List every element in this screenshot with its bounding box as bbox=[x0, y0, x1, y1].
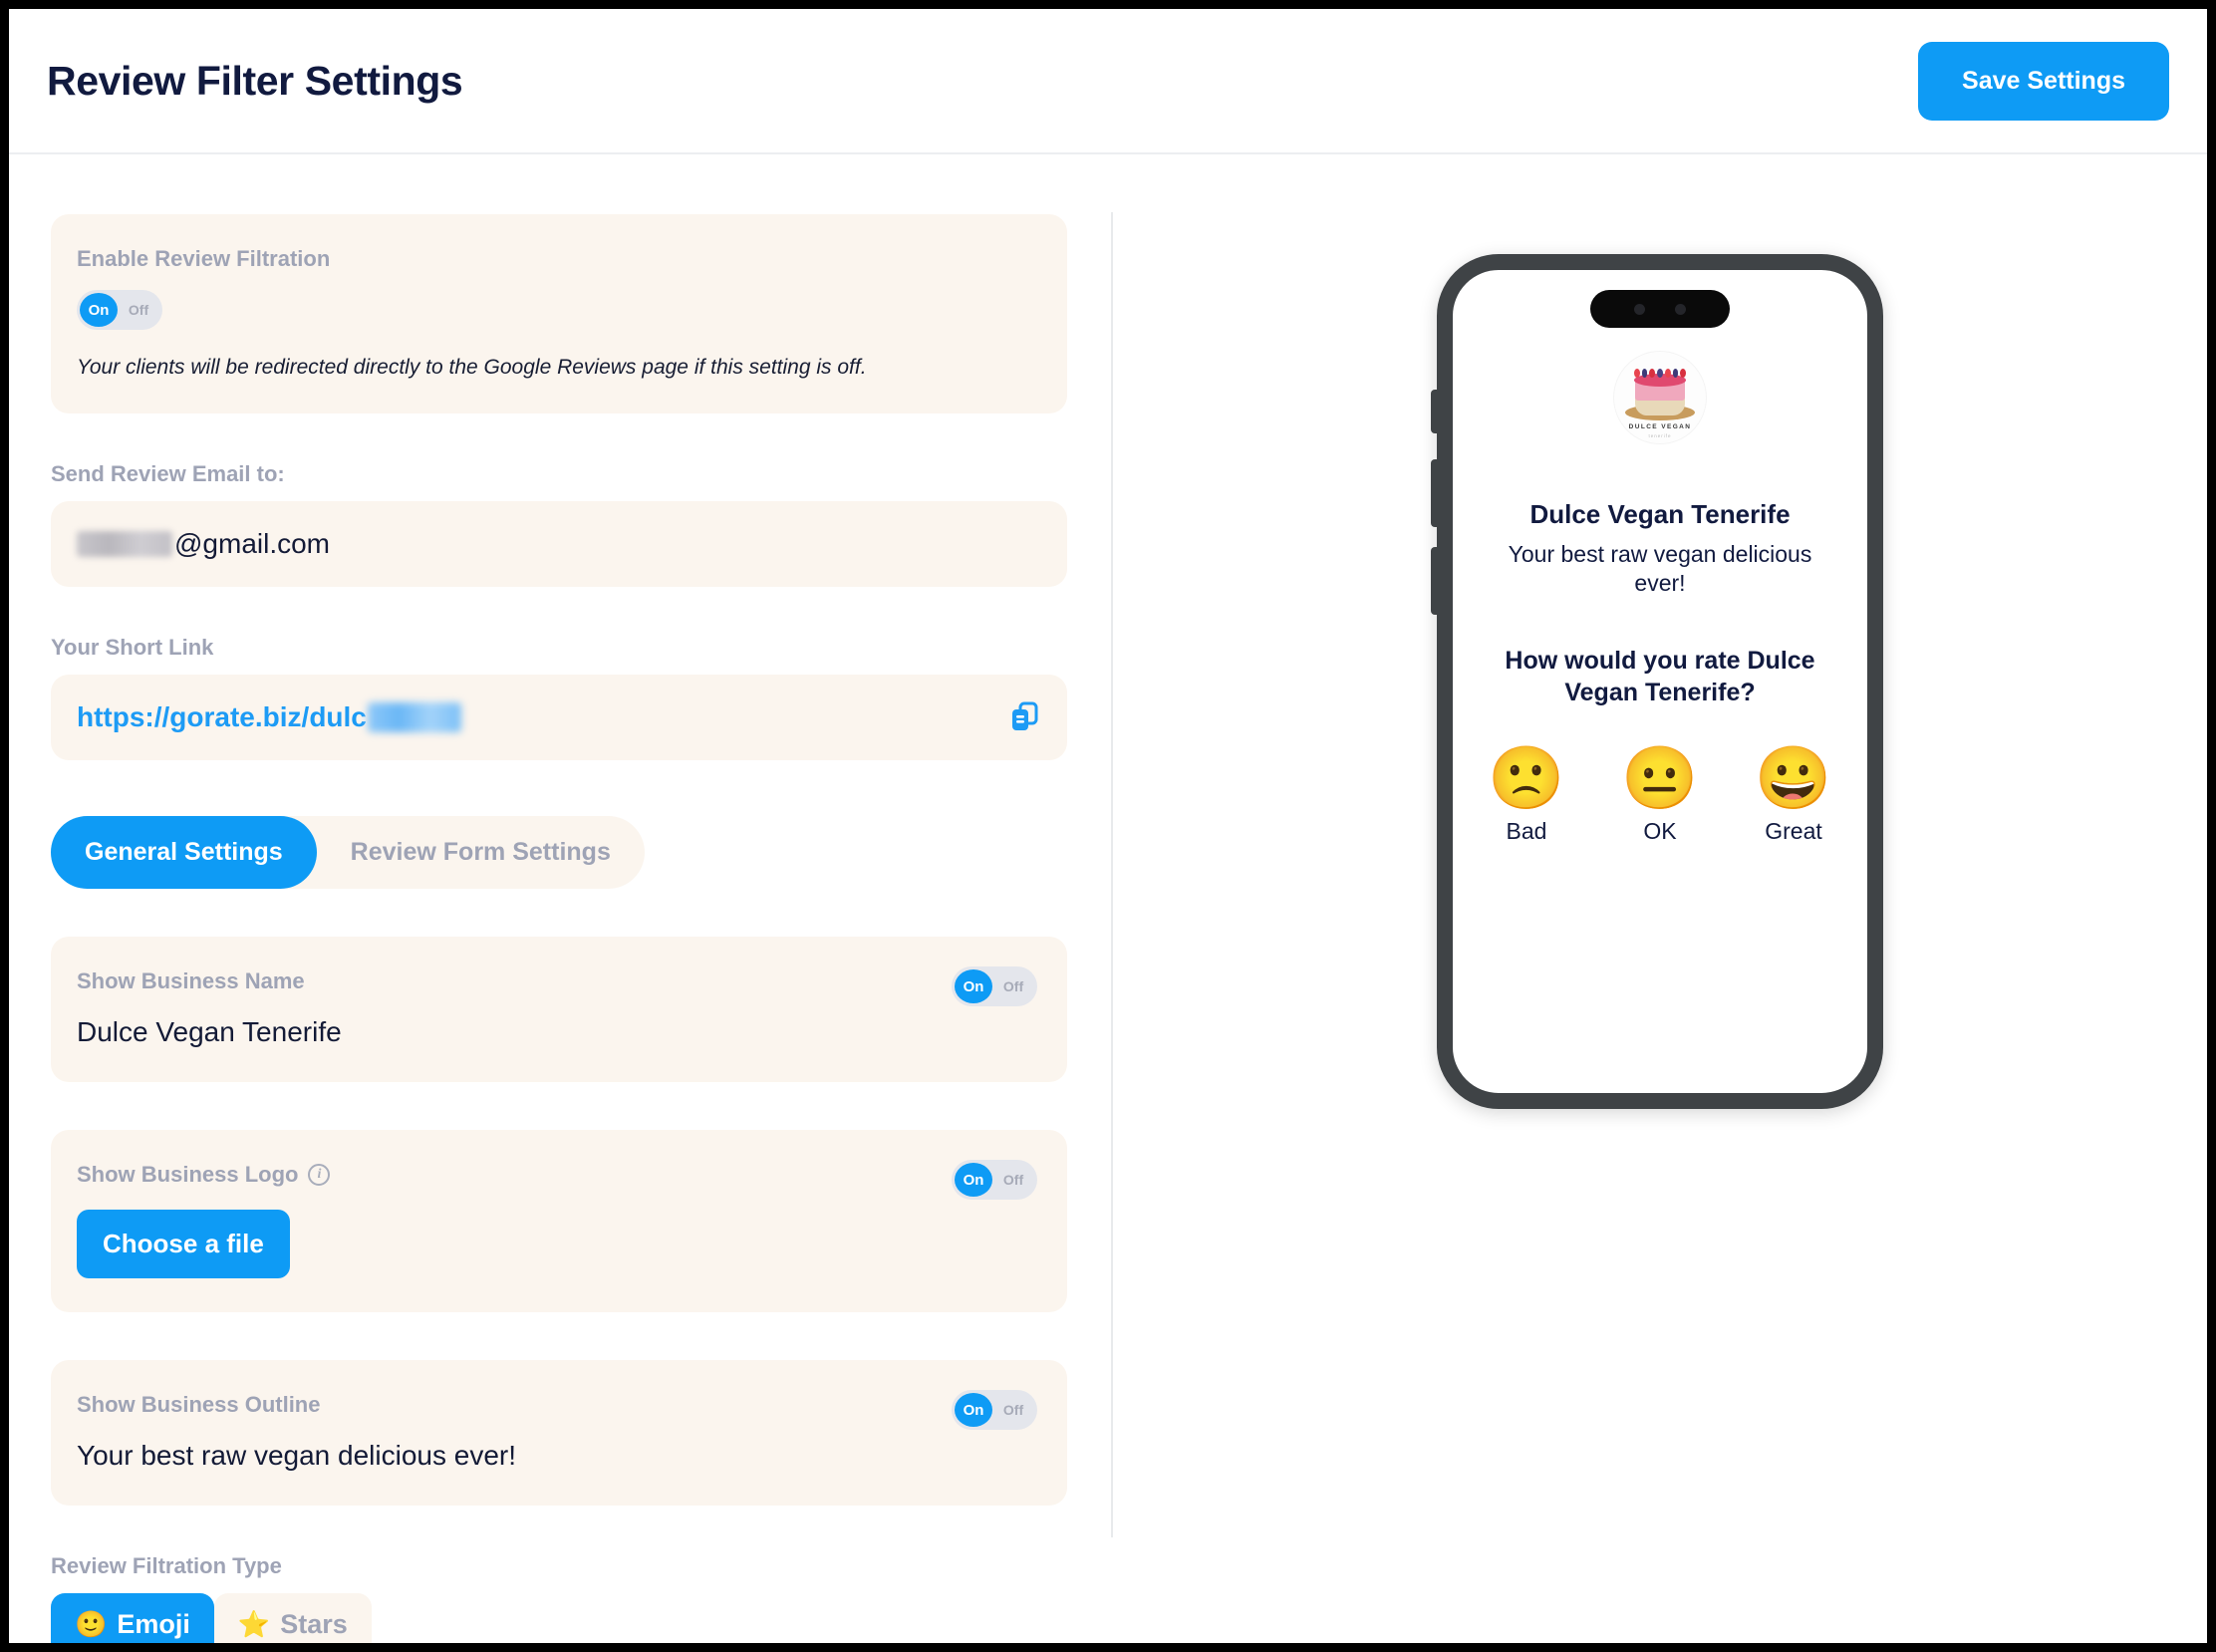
page-header: Review Filter Settings Save Settings bbox=[9, 9, 2207, 154]
phone-screen: DULCE VEGAN tenerife Dulce Vegan Tenerif… bbox=[1453, 270, 1867, 1093]
filtration-type-stars-label: Stars bbox=[280, 1609, 348, 1639]
filtration-type-emoji-label: Emoji bbox=[117, 1609, 190, 1639]
phone-mockup: DULCE VEGAN tenerife Dulce Vegan Tenerif… bbox=[1431, 254, 1883, 1109]
toggle-label-off: Off bbox=[1002, 1402, 1024, 1418]
preview-rating-options: 🙁 Bad 😐 OK 😀 Great bbox=[1453, 743, 1867, 845]
review-filtration-type-options: 🙂 Emoji ⭐ Stars bbox=[51, 1593, 372, 1643]
settings-column: Enable Review Filtration On Off Your cli… bbox=[9, 154, 1111, 1643]
send-review-email-value: @gmail.com bbox=[77, 528, 330, 560]
preview-column: DULCE VEGAN tenerife Dulce Vegan Tenerif… bbox=[1113, 154, 2207, 1641]
phone-dynamic-island bbox=[1590, 290, 1730, 328]
send-review-email-field[interactable]: @gmail.com bbox=[51, 501, 1067, 587]
short-link-label: Your Short Link bbox=[51, 635, 214, 660]
show-business-outline-toggle[interactable]: On Off bbox=[952, 1390, 1037, 1430]
toggle-knob-on: On bbox=[955, 1163, 992, 1197]
toggle-label-off: Off bbox=[1002, 1172, 1024, 1188]
email-domain: @gmail.com bbox=[174, 528, 331, 559]
show-business-logo-card: Show Business Logo i Choose a file On Of… bbox=[51, 1130, 1067, 1312]
camera-dot bbox=[1634, 303, 1645, 315]
enable-review-filtration-toggle[interactable]: On Off bbox=[77, 290, 162, 330]
frowning-face-icon: 🙁 bbox=[1488, 743, 1565, 813]
short-link-prefix: https://gorate.biz/dulc bbox=[77, 701, 367, 732]
phone-silent-switch bbox=[1431, 390, 1438, 433]
tab-review-form-settings[interactable]: Review Form Settings bbox=[317, 816, 645, 889]
redacted-email-prefix bbox=[77, 531, 172, 557]
redacted-link-suffix bbox=[367, 702, 461, 732]
filtration-type-emoji[interactable]: 🙂 Emoji bbox=[51, 1593, 214, 1643]
neutral-face-icon: 😐 bbox=[1621, 743, 1699, 813]
rating-label-ok: OK bbox=[1643, 817, 1677, 844]
grinning-face-icon: 😀 bbox=[1755, 743, 1832, 813]
content-area: Enable Review Filtration On Off Your cli… bbox=[9, 154, 2207, 1643]
logo-brand-sub: tenerife bbox=[1648, 433, 1672, 438]
send-review-email-label: Send Review Email to: bbox=[51, 461, 285, 486]
toggle-label-off: Off bbox=[128, 302, 149, 318]
sensor-dot bbox=[1675, 303, 1686, 315]
info-icon[interactable]: i bbox=[308, 1164, 331, 1186]
business-logo: DULCE VEGAN tenerife bbox=[1614, 352, 1706, 443]
toggle-label-off: Off bbox=[1002, 978, 1024, 994]
enable-review-filtration-label: Enable Review Filtration bbox=[77, 246, 331, 271]
preview-business-outline: Your best raw vegan delicious ever! bbox=[1508, 541, 1812, 597]
phone-volume-up-button bbox=[1431, 459, 1438, 527]
show-business-outline-label: Show Business Outline bbox=[77, 1392, 321, 1417]
toggle-knob-on: On bbox=[955, 1393, 992, 1427]
settings-tabs: General Settings Review Form Settings bbox=[51, 816, 645, 889]
page-title: Review Filter Settings bbox=[47, 57, 463, 104]
smiley-icon: 🙂 bbox=[75, 1609, 108, 1639]
cake-berries bbox=[1633, 369, 1687, 385]
show-business-outline-card: Show Business Outline Your best raw vega… bbox=[51, 1360, 1067, 1506]
show-business-name-value: Dulce Vegan Tenerife bbox=[77, 1016, 342, 1047]
show-business-outline-value: Your best raw vegan delicious ever! bbox=[77, 1440, 516, 1471]
show-business-name-toggle[interactable]: On Off bbox=[952, 966, 1037, 1006]
show-business-logo-text: Show Business Logo bbox=[77, 1162, 299, 1187]
rating-option-bad[interactable]: 🙁 Bad bbox=[1477, 743, 1576, 845]
enable-review-filtration-note: Your clients will be redirected directly… bbox=[77, 356, 867, 379]
show-business-name-label: Show Business Name bbox=[77, 968, 305, 993]
toggle-knob-on: On bbox=[80, 293, 118, 327]
rating-option-great[interactable]: 😀 Great bbox=[1744, 743, 1843, 845]
rating-option-ok[interactable]: 😐 OK bbox=[1610, 743, 1710, 845]
choose-a-file-button[interactable]: Choose a file bbox=[77, 1210, 290, 1278]
logo-brand-text: DULCE VEGAN bbox=[1628, 423, 1692, 430]
review-filtration-type-label: Review Filtration Type bbox=[51, 1553, 282, 1578]
star-icon: ⭐ bbox=[237, 1609, 271, 1639]
copy-icon[interactable] bbox=[1009, 701, 1039, 733]
show-business-logo-label: Show Business Logo i bbox=[77, 1162, 1037, 1188]
app-window: Review Filter Settings Save Settings Ena… bbox=[0, 0, 2216, 1652]
short-link-value[interactable]: https://gorate.biz/dulc bbox=[77, 701, 461, 733]
tab-general-settings[interactable]: General Settings bbox=[51, 816, 317, 889]
preview-business-name: Dulce Vegan Tenerife bbox=[1529, 499, 1791, 529]
rating-label-great: Great bbox=[1765, 817, 1822, 844]
filtration-type-stars[interactable]: ⭐ Stars bbox=[213, 1593, 372, 1643]
rating-label-bad: Bad bbox=[1506, 817, 1547, 844]
show-business-name-card: Show Business Name Dulce Vegan Tenerife … bbox=[51, 937, 1067, 1082]
phone-volume-down-button bbox=[1431, 547, 1438, 615]
save-settings-button[interactable]: Save Settings bbox=[1918, 41, 2169, 121]
show-business-logo-toggle[interactable]: On Off bbox=[952, 1160, 1037, 1200]
toggle-knob-on: On bbox=[955, 969, 992, 1003]
short-link-field[interactable]: https://gorate.biz/dulc bbox=[51, 675, 1067, 760]
enable-review-filtration-card: Enable Review Filtration On Off Your cli… bbox=[51, 214, 1067, 413]
preview-rating-question: How would you rate Dulce Vegan Tenerife? bbox=[1505, 646, 1815, 706]
